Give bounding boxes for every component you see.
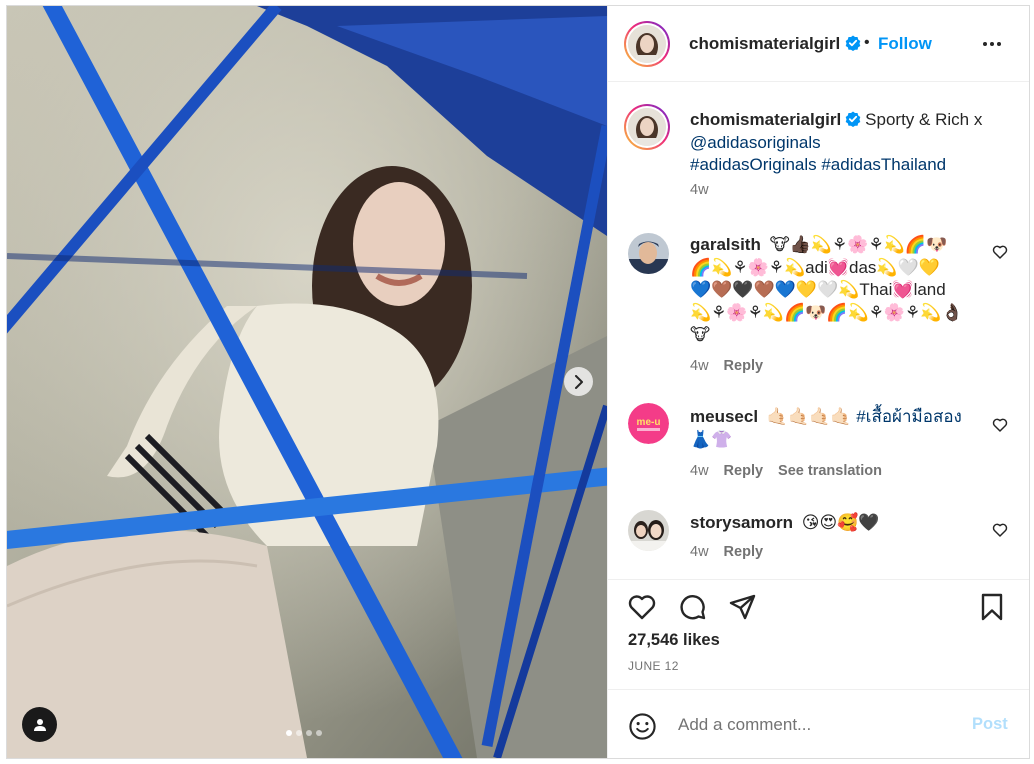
caption-mention[interactable]: @adidasoriginals [690,133,821,152]
comment-body: storysamorn 😘😍🥰🖤 [690,512,990,535]
separator-dot: • [864,34,870,51]
comment-item: me-u meusecl 🤙🏻🤙🏻🤙🏻🤙🏻 #เสื้อผ้ามือสอง 👗👚… [608,403,1029,483]
user-tag-icon [33,718,46,731]
comment-item: garalsith 🐮👍🏿💫⚘🌸⚘💫🌈🐶 🌈💫⚘🌸⚘💫adi💓das💫🤍💛 💙🤎… [608,231,1029,381]
commenter-username[interactable]: meusecl [690,407,758,426]
comment-age: 4w [690,544,709,560]
chevron-right-icon [574,374,583,389]
comment-body: garalsith 🐮👍🏿💫⚘🌸⚘💫🌈🐶 🌈💫⚘🌸⚘💫adi💓das💫🤍💛 💙🤎… [690,234,990,347]
comment-meta: 4w Reply [690,358,763,374]
comment-hashtag[interactable]: #เสื้อผ้ามือสอง [856,407,962,426]
author-avatar[interactable] [624,104,670,150]
commenter-username[interactable]: storysamorn [690,513,793,532]
verified-badge-icon [845,111,861,127]
commenter-avatar[interactable] [628,233,669,274]
comment-line: 💙🤎🖤🤎💙💛🤍💫Thai💓land [690,280,946,299]
commenter-avatar[interactable]: me-u [628,403,669,444]
comment-line: 🐮👍🏿💫⚘🌸⚘💫🌈🐶 [769,235,948,254]
caption-meta: 4w [690,182,709,198]
comment-body: meusecl 🤙🏻🤙🏻🤙🏻🤙🏻 #เสื้อผ้ามือสอง 👗👚 [690,406,990,451]
comments-list[interactable]: chomismaterialgirl Sporty & Rich x @adid… [608,83,1029,579]
comment-input[interactable] [678,712,958,738]
comment-line: 👗👚 [690,429,733,449]
like-button[interactable] [627,592,657,622]
comment-line: 🐮 [690,325,711,344]
caption-username[interactable]: chomismaterialgirl [690,110,841,129]
author-avatar[interactable] [624,21,670,67]
post-media[interactable] [7,6,607,758]
comment-composer: Post [608,689,1029,758]
bookmark-icon [981,593,1003,621]
verified-badge-icon [845,35,861,51]
comment-meta: 4w Reply [690,544,763,560]
follow-button[interactable]: Follow [878,34,932,54]
heart-icon [628,595,656,620]
reply-button[interactable]: Reply [724,463,764,479]
heart-icon[interactable] [992,417,1008,433]
post-caption: chomismaterialgirl Sporty & Rich x @adid… [608,103,1029,203]
carousel-dot [296,730,302,736]
save-button[interactable] [977,592,1007,622]
carousel-next-button[interactable] [564,367,593,396]
caption-body: chomismaterialgirl Sporty & Rich x @adid… [690,109,1000,177]
carousel-dot [316,730,322,736]
heart-icon[interactable] [992,244,1008,260]
caption-hashtags[interactable]: #adidasOriginals #adidasThailand [690,155,946,174]
commenter-avatar[interactable] [628,510,669,551]
post-side-panel: chomismaterialgirl • Follow chomismateri… [607,6,1029,758]
comment-meta: 4w Reply See translation [690,463,882,479]
username-text[interactable]: chomismaterialgirl [689,34,840,53]
share-icon [729,594,756,620]
reply-button[interactable]: Reply [724,358,764,374]
comment-age: 4w [690,463,709,479]
more-horizontal-icon [983,42,987,46]
post-comment-button[interactable]: Post [972,715,1008,734]
comment-button[interactable] [678,592,708,622]
reply-button[interactable]: Reply [724,544,764,560]
carousel-dot [306,730,312,736]
author-username[interactable]: chomismaterialgirl [689,34,861,54]
user-tag-button[interactable] [22,707,57,742]
svg-text:me-u: me-u [637,417,661,428]
carousel-dot [286,730,292,736]
comment-line: 🌈💫⚘🌸⚘💫adi💓das💫🤍💛 [690,257,940,277]
commenter-username[interactable]: garalsith [690,235,761,254]
more-options-button[interactable] [978,32,1006,56]
comment-text: 😘😍🥰🖤 [801,513,880,532]
emoji-icon[interactable] [628,712,657,741]
comment-emoji: 🤙🏻🤙🏻🤙🏻🤙🏻 [766,407,852,426]
comment-item: storysamorn 😘😍🥰🖤 4w Reply [608,509,1029,569]
likes-count[interactable]: 27,546 likes [628,631,720,650]
see-translation-button[interactable]: See translation [778,463,882,479]
comment-icon [680,595,706,620]
heart-icon[interactable] [992,522,1008,538]
caption-age: 4w [690,182,709,198]
post-header: chomismaterialgirl • Follow [608,6,1029,82]
post-dialog: chomismaterialgirl • Follow chomismateri… [6,5,1030,759]
post-date[interactable]: JUNE 12 [628,659,679,673]
post-photo [7,6,607,758]
comment-line: 💫⚘🌸⚘💫🌈🐶🌈💫⚘🌸⚘💫👌🏿 [690,302,963,322]
share-button[interactable] [728,592,758,622]
caption-text: Sporty & Rich x [865,110,983,129]
comment-age: 4w [690,358,709,374]
carousel-indicator [286,730,322,736]
post-actions: 27,546 likes JUNE 12 [608,579,1029,689]
